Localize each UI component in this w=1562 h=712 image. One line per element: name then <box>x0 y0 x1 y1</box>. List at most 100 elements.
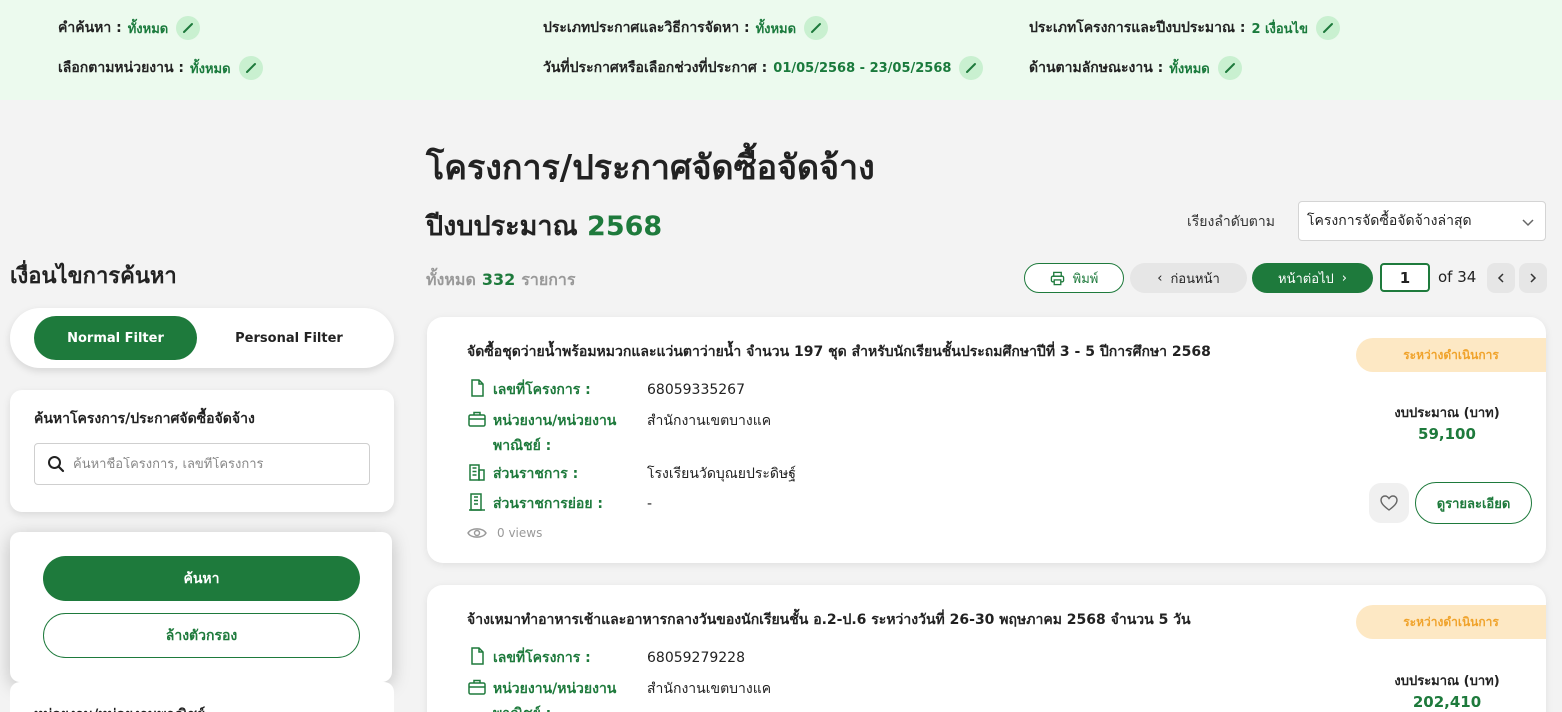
building-icon <box>469 464 485 481</box>
pencil-icon <box>245 63 256 73</box>
heart-icon <box>1380 495 1398 511</box>
filter-keyword: คำค้นหา : ทั้งหมด <box>58 16 201 40</box>
favorite-button[interactable] <box>1369 483 1409 523</box>
view-count-value: 0 views <box>497 526 543 540</box>
project-card: จ้างเหมาทำอาหารเช้าและอาหารกลางวันของนัก… <box>427 585 1546 712</box>
result-count-suffix: รายการ <box>521 270 576 289</box>
agency-label: หน่วยงาน/หน่วยงาน พาณิชย์ : <box>493 413 617 454</box>
briefcase-icon <box>468 411 486 427</box>
project-no-label: เลขที่โครงการ : <box>493 650 591 666</box>
printer-icon <box>1050 271 1064 285</box>
budget-year-value: 2568 <box>587 211 663 242</box>
project-no-value: 68059335267 <box>647 382 745 398</box>
search-input-wrapper[interactable] <box>34 443 370 485</box>
filter-date-range: วันที่ประกาศหรือเลือกช่วงที่ประกาศ : 01/… <box>543 56 984 80</box>
project-no-label: เลขที่โครงการ : <box>493 382 591 398</box>
filter-date-range-value: 01/05/2568 - 23/05/2568 <box>773 60 952 76</box>
pencil-icon <box>1224 63 1235 73</box>
agency-filter-title: หน่วยงาน/หน่วยงานพาณิชย์ <box>34 704 205 712</box>
document-icon <box>471 647 484 665</box>
agency-row: หน่วยงาน/หน่วยงาน พาณิชย์ : สำนักงานเขตบ… <box>467 409 771 459</box>
project-no-value: 68059279228 <box>647 650 745 666</box>
next-page-button[interactable]: หน้าต่อไป › <box>1252 263 1373 293</box>
department-row: ส่วนราชการ : โรงเรียนวัดบุณยประดิษฐ์ <box>467 462 796 487</box>
pencil-icon <box>811 23 822 33</box>
pencil-icon <box>1322 23 1333 33</box>
view-detail-button[interactable]: ดูรายละเอียด <box>1415 482 1532 524</box>
budget-year-heading: ปีงบประมาณ 2568 <box>426 204 662 247</box>
search-input[interactable] <box>73 456 353 472</box>
result-count: ทั้งหมด 332 รายการ <box>426 268 575 293</box>
filter-announce-type-value: ทั้งหมด <box>755 21 797 37</box>
filter-summary-bar: คำค้นหา : ทั้งหมด ประเภทประกาศและวิธีการ… <box>0 0 1562 100</box>
sub-department-label: ส่วนราชการย่อย : <box>493 496 604 512</box>
pencil-icon <box>966 63 977 73</box>
office-building-icon <box>469 493 485 511</box>
search-icon <box>48 456 65 473</box>
search-card: ค้นหาโครงการ/ประกาศจัดซื้อจัดจ้าง <box>10 390 394 512</box>
edit-work-nature-button[interactable] <box>1217 56 1242 80</box>
sidebar-title: เงื่อนไขการค้นหา <box>10 264 177 289</box>
budget-value: 202,410 <box>1412 693 1482 711</box>
filter-agency-value: ทั้งหมด <box>190 61 231 77</box>
filter-date-range-label: วันที่ประกาศหรือเลือกช่วงที่ประกาศ : <box>543 60 768 76</box>
page-number-input[interactable]: 1 <box>1380 263 1430 292</box>
prev-page-button[interactable]: ‹ ก่อนหน้า <box>1130 263 1247 293</box>
project-no-row: เลขที่โครงการ : 68059279228 <box>467 646 745 671</box>
document-icon <box>471 379 484 397</box>
print-button[interactable]: พิมพ์ <box>1024 263 1124 293</box>
clear-filter-button[interactable]: ล้างตัวกรอง <box>43 613 360 658</box>
filter-project-type-label: ประเภทโครงการและปีงบประมาณ : <box>1029 20 1246 36</box>
result-count-prefix: ทั้งหมด <box>426 270 476 289</box>
personal-filter-tab[interactable]: Personal Filter <box>210 316 368 360</box>
page-next-arrow[interactable] <box>1519 263 1547 293</box>
chevron-right-icon: › <box>1341 270 1347 286</box>
chevron-down-icon <box>1522 219 1534 227</box>
budget-value: 59,100 <box>1418 425 1476 443</box>
budget-year-label: ปีงบประมาณ <box>426 211 578 242</box>
filter-project-type-value: 2 เงื่อนไข <box>1251 21 1308 37</box>
briefcase-icon <box>468 679 486 695</box>
agency-value: สำนักงานเขตบางแค <box>647 681 772 697</box>
project-title[interactable]: จ้างเหมาทำอาหารเช้าและอาหารกลางวันของนัก… <box>467 609 1191 631</box>
edit-announce-type-button[interactable] <box>804 16 829 40</box>
total-pages: of 34 <box>1438 268 1477 286</box>
edit-keyword-button[interactable] <box>176 16 201 40</box>
search-button[interactable]: ค้นหา <box>43 556 360 601</box>
normal-filter-tab[interactable]: Normal Filter <box>34 316 197 360</box>
page-prev-arrow[interactable] <box>1487 263 1515 293</box>
print-button-label: พิมพ์ <box>1072 271 1099 287</box>
eye-icon <box>467 528 487 538</box>
status-badge: ระหว่างดำเนินการ <box>1356 605 1546 639</box>
agency-label: หน่วยงาน/หน่วยงาน พาณิชย์ : <box>493 681 617 712</box>
filter-keyword-value: ทั้งหมด <box>127 21 169 37</box>
project-no-row: เลขที่โครงการ : 68059335267 <box>467 378 745 403</box>
search-actions-card: ค้นหา ล้างตัวกรอง <box>10 532 392 682</box>
filter-work-nature-label: ด้านตามลักษณะงาน : <box>1029 60 1164 76</box>
sub-department-row: ส่วนราชการย่อย : - <box>467 492 652 517</box>
filter-agency: เลือกตามหน่วยงาน : ทั้งหมด <box>58 56 263 80</box>
agency-row: หน่วยงาน/หน่วยงาน พาณิชย์ : สำนักงานเขตบ… <box>467 677 771 712</box>
chevron-left-icon <box>1497 273 1504 283</box>
edit-project-type-button[interactable] <box>1315 16 1340 40</box>
prev-page-label: ก่อนหน้า <box>1170 271 1220 287</box>
filter-announce-type-label: ประเภทประกาศและวิธีการจัดหา : <box>543 20 750 36</box>
result-count-value: 332 <box>481 270 516 289</box>
agency-filter-section: หน่วยงาน/หน่วยงานพาณิชย์ <box>10 682 394 712</box>
agency-value: สำนักงานเขตบางแค <box>647 413 772 429</box>
project-card: จัดซื้อชุดว่ายน้ำพร้อมหมวกและแว่นตาว่ายน… <box>427 317 1546 563</box>
filter-announce-type: ประเภทประกาศและวิธีการจัดหา : ทั้งหมด <box>543 16 829 40</box>
edit-agency-button[interactable] <box>238 56 263 80</box>
department-label: ส่วนราชการ : <box>493 466 579 482</box>
project-title[interactable]: จัดซื้อชุดว่ายน้ำพร้อมหมวกและแว่นตาว่ายน… <box>467 341 1211 363</box>
edit-date-range-button[interactable] <box>959 56 984 80</box>
search-card-title: ค้นหาโครงการ/ประกาศจัดซื้อจัดจ้าง <box>34 411 255 427</box>
view-count: 0 views <box>467 526 542 540</box>
sort-select[interactable]: โครงการจัดซื้อจัดจ้างล่าสุด <box>1298 201 1546 241</box>
status-badge: ระหว่างดำเนินการ <box>1356 338 1546 372</box>
pencil-icon <box>183 23 194 33</box>
page-title: โครงการ/ประกาศจัดซื้อจัดจ้าง <box>426 148 875 188</box>
filter-mode-toggle: Normal Filter Personal Filter <box>10 308 394 368</box>
filter-agency-label: เลือกตามหน่วยงาน : <box>58 60 185 76</box>
department-value: โรงเรียนวัดบุณยประดิษฐ์ <box>647 466 796 482</box>
